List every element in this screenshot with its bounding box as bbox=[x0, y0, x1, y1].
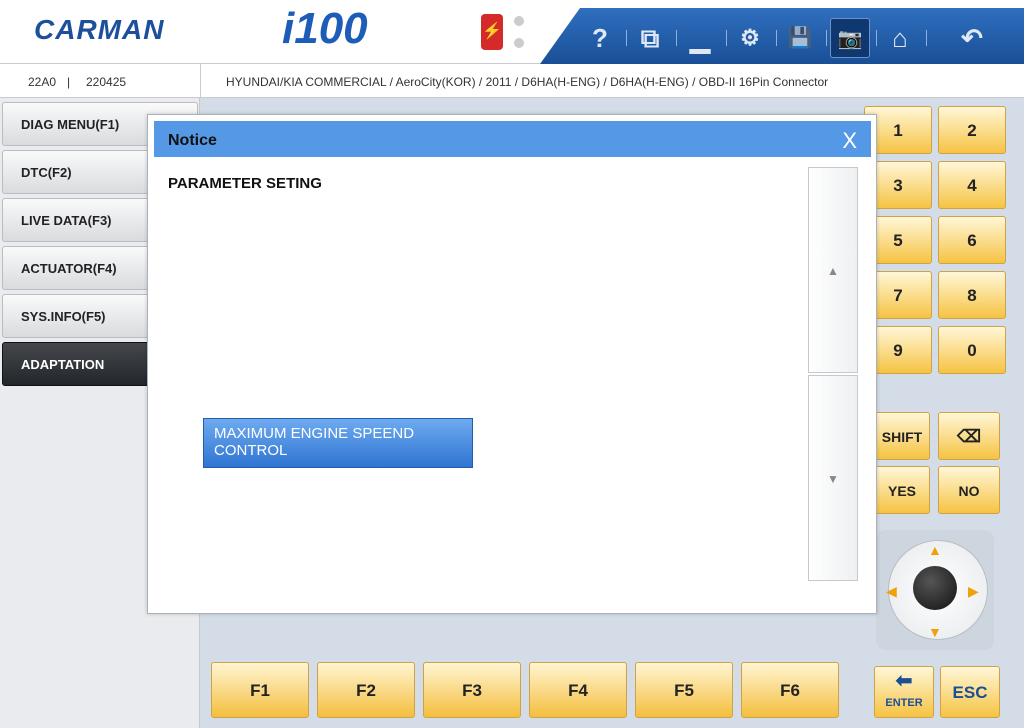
maximum-engine-speed-control-button[interactable]: MAXIMUM ENGINE SPEEND CONTROL bbox=[203, 418, 473, 468]
key-2[interactable]: 2 bbox=[938, 106, 1006, 154]
down-arrow-icon[interactable]: ▼ bbox=[928, 624, 942, 640]
notice-dialog: Notice X PARAMETER SETING MAXIMUM ENGINE… bbox=[147, 114, 877, 614]
shift-key[interactable]: SHIFT bbox=[874, 412, 930, 460]
backspace-icon[interactable]: ⌫ bbox=[938, 412, 1000, 460]
down-triangle-icon: ▼ bbox=[827, 472, 839, 486]
back-icon[interactable]: ↶ bbox=[952, 18, 992, 58]
key-0[interactable]: 0 bbox=[938, 326, 1006, 374]
dialog-header: Notice X bbox=[154, 121, 871, 157]
f3-key[interactable]: F3 bbox=[423, 662, 521, 718]
window-icon[interactable]: ⧉ bbox=[630, 18, 670, 58]
gear-icon[interactable]: ⚙ bbox=[730, 18, 770, 58]
enter-key[interactable]: ⬅ ENTER bbox=[874, 666, 934, 718]
status-dot-2 bbox=[514, 38, 524, 48]
product-logo: i100 bbox=[282, 4, 368, 53]
vehicle-path: HYUNDAI/KIA COMMERCIAL / AeroCity(KOR) /… bbox=[226, 75, 829, 89]
close-icon[interactable]: X bbox=[842, 121, 857, 161]
toolbar: ? ⧉ ▁ ⚙ 💾 📷 ⌂ ↶ bbox=[540, 8, 1024, 64]
version-number: 220425 bbox=[86, 75, 127, 89]
up-arrow-icon[interactable]: ▲ bbox=[928, 542, 942, 558]
key-6[interactable]: 6 bbox=[938, 216, 1006, 264]
home-icon[interactable]: ⌂ bbox=[880, 18, 920, 58]
key-4[interactable]: 4 bbox=[938, 161, 1006, 209]
f2-key[interactable]: F2 bbox=[317, 662, 415, 718]
help-icon[interactable]: ? bbox=[580, 18, 620, 58]
model-code: 22A0 bbox=[28, 75, 57, 89]
direction-pad: ▲ ▼ ◀ ▶ bbox=[876, 530, 994, 650]
minimize-icon[interactable]: ▁ bbox=[680, 18, 720, 58]
dialog-message: PARAMETER SETING bbox=[168, 175, 322, 192]
scroll-down-button[interactable]: ▼ bbox=[808, 375, 858, 581]
left-arrow-icon[interactable]: ◀ bbox=[886, 583, 897, 600]
up-triangle-icon: ▲ bbox=[827, 264, 839, 278]
usb-icon: ⚡ bbox=[481, 14, 503, 50]
dialog-title: Notice bbox=[168, 132, 217, 149]
key-8[interactable]: 8 bbox=[938, 271, 1006, 319]
top-bar: CARMAN i100 ⚡ ? ⧉ ▁ ⚙ 💾 📷 ⌂ ↶ bbox=[0, 0, 1024, 64]
f6-key[interactable]: F6 bbox=[741, 662, 839, 718]
carman-logo: CARMAN bbox=[34, 14, 165, 45]
yes-key[interactable]: YES bbox=[874, 466, 930, 514]
esc-key[interactable]: ESC bbox=[940, 666, 1000, 718]
f5-key[interactable]: F5 bbox=[635, 662, 733, 718]
no-key[interactable]: NO bbox=[938, 466, 1000, 514]
camera-icon[interactable]: 📷 bbox=[830, 18, 870, 58]
path-separator: | bbox=[67, 75, 71, 89]
scroll-up-button[interactable]: ▲ bbox=[808, 167, 858, 373]
joystick-knob[interactable] bbox=[913, 566, 957, 610]
path-bar: 22A0 | 220425 HYUNDAI/KIA COMMERCIAL / A… bbox=[0, 64, 1024, 98]
right-arrow-icon[interactable]: ▶ bbox=[968, 583, 979, 600]
f1-key[interactable]: F1 bbox=[211, 662, 309, 718]
status-dot-1 bbox=[514, 16, 524, 26]
f4-key[interactable]: F4 bbox=[529, 662, 627, 718]
save-icon[interactable]: 💾 bbox=[780, 18, 820, 58]
enter-label: ENTER bbox=[885, 697, 923, 709]
enter-arrow-icon: ⬅ bbox=[895, 670, 913, 692]
